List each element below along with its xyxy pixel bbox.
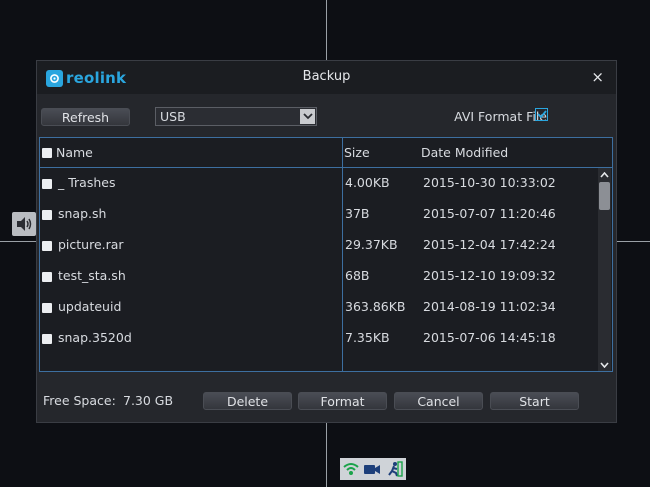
file-name: snap.3520d [58,330,132,345]
row-checkbox[interactable] [42,210,52,220]
table-row[interactable]: snap.sh 37B 2015-07-07 11:20:46 [40,206,598,237]
file-name: picture.rar [58,237,124,252]
dialog-titlebar: reolink Backup × [37,61,616,94]
scroll-up-icon[interactable] [598,168,611,181]
scrollbar-thumb[interactable] [599,182,610,210]
close-icon[interactable]: × [591,68,604,86]
file-name: updateuid [58,299,122,314]
file-size: 29.37KB [345,237,398,252]
row-checkbox[interactable] [42,272,52,282]
free-space-label: Free Space: [43,393,116,408]
table-row[interactable]: picture.rar 29.37KB 2015-12-04 17:42:24 [40,237,598,268]
file-name: test_sta.sh [58,268,126,283]
file-date: 2015-07-07 11:20:46 [423,206,556,221]
speaker-icon[interactable] [12,212,36,236]
status-taskbar [340,458,406,480]
device-select[interactable]: USB [155,107,317,126]
network-icon[interactable] [342,461,360,477]
motion-icon[interactable] [385,461,403,477]
file-date: 2015-12-10 19:09:32 [423,268,556,283]
avi-format-checkbox[interactable] [535,108,548,121]
avi-format-label: AVI Format File [454,109,547,124]
file-date: 2015-10-30 10:33:02 [423,175,556,190]
scroll-down-icon[interactable] [598,358,611,371]
delete-button[interactable]: Delete [203,392,292,410]
file-size: 37B [345,206,370,221]
table-row[interactable]: snap.3520d 7.35KB 2015-07-06 14:45:18 [40,330,598,361]
file-size: 7.35KB [345,330,390,345]
column-header-name[interactable]: Name [56,145,93,160]
file-date: 2014-08-19 11:02:34 [423,299,556,314]
file-date: 2015-12-04 17:42:24 [423,237,556,252]
cancel-button[interactable]: Cancel [394,392,483,410]
column-header-date[interactable]: Date Modified [421,145,508,160]
row-checkbox[interactable] [42,241,52,251]
file-size: 4.00KB [345,175,390,190]
backup-dialog: reolink Backup × Refresh USB AVI Format … [37,61,616,422]
table-row[interactable]: test_sta.sh 68B 2015-12-10 19:09:32 [40,268,598,299]
device-select-value: USB [160,109,186,124]
column-header-size[interactable]: Size [344,145,370,160]
file-table: Name Size Date Modified _ Trashes 4.00KB… [39,137,613,372]
start-button[interactable]: Start [490,392,579,410]
file-size: 68B [345,268,370,283]
file-size: 363.86KB [345,299,406,314]
file-name: _ Trashes [58,175,116,190]
record-icon[interactable] [363,461,381,477]
table-scrollbar[interactable] [598,168,611,371]
table-row[interactable]: _ Trashes 4.00KB 2015-10-30 10:33:02 [40,175,598,206]
row-checkbox[interactable] [42,303,52,313]
table-row[interactable]: updateuid 363.86KB 2014-08-19 11:02:34 [40,299,598,330]
select-all-checkbox[interactable] [42,148,52,158]
row-checkbox[interactable] [42,334,52,344]
refresh-button[interactable]: Refresh [41,108,130,126]
free-space-value: 7.30 GB [123,393,174,408]
table-header: Name Size Date Modified [40,138,612,168]
format-button[interactable]: Format [298,392,387,410]
dialog-title: Backup [302,69,351,84]
chevron-down-icon[interactable] [300,109,315,124]
file-date: 2015-07-06 14:45:18 [423,330,556,345]
row-checkbox[interactable] [42,179,52,189]
file-name: snap.sh [58,206,107,221]
